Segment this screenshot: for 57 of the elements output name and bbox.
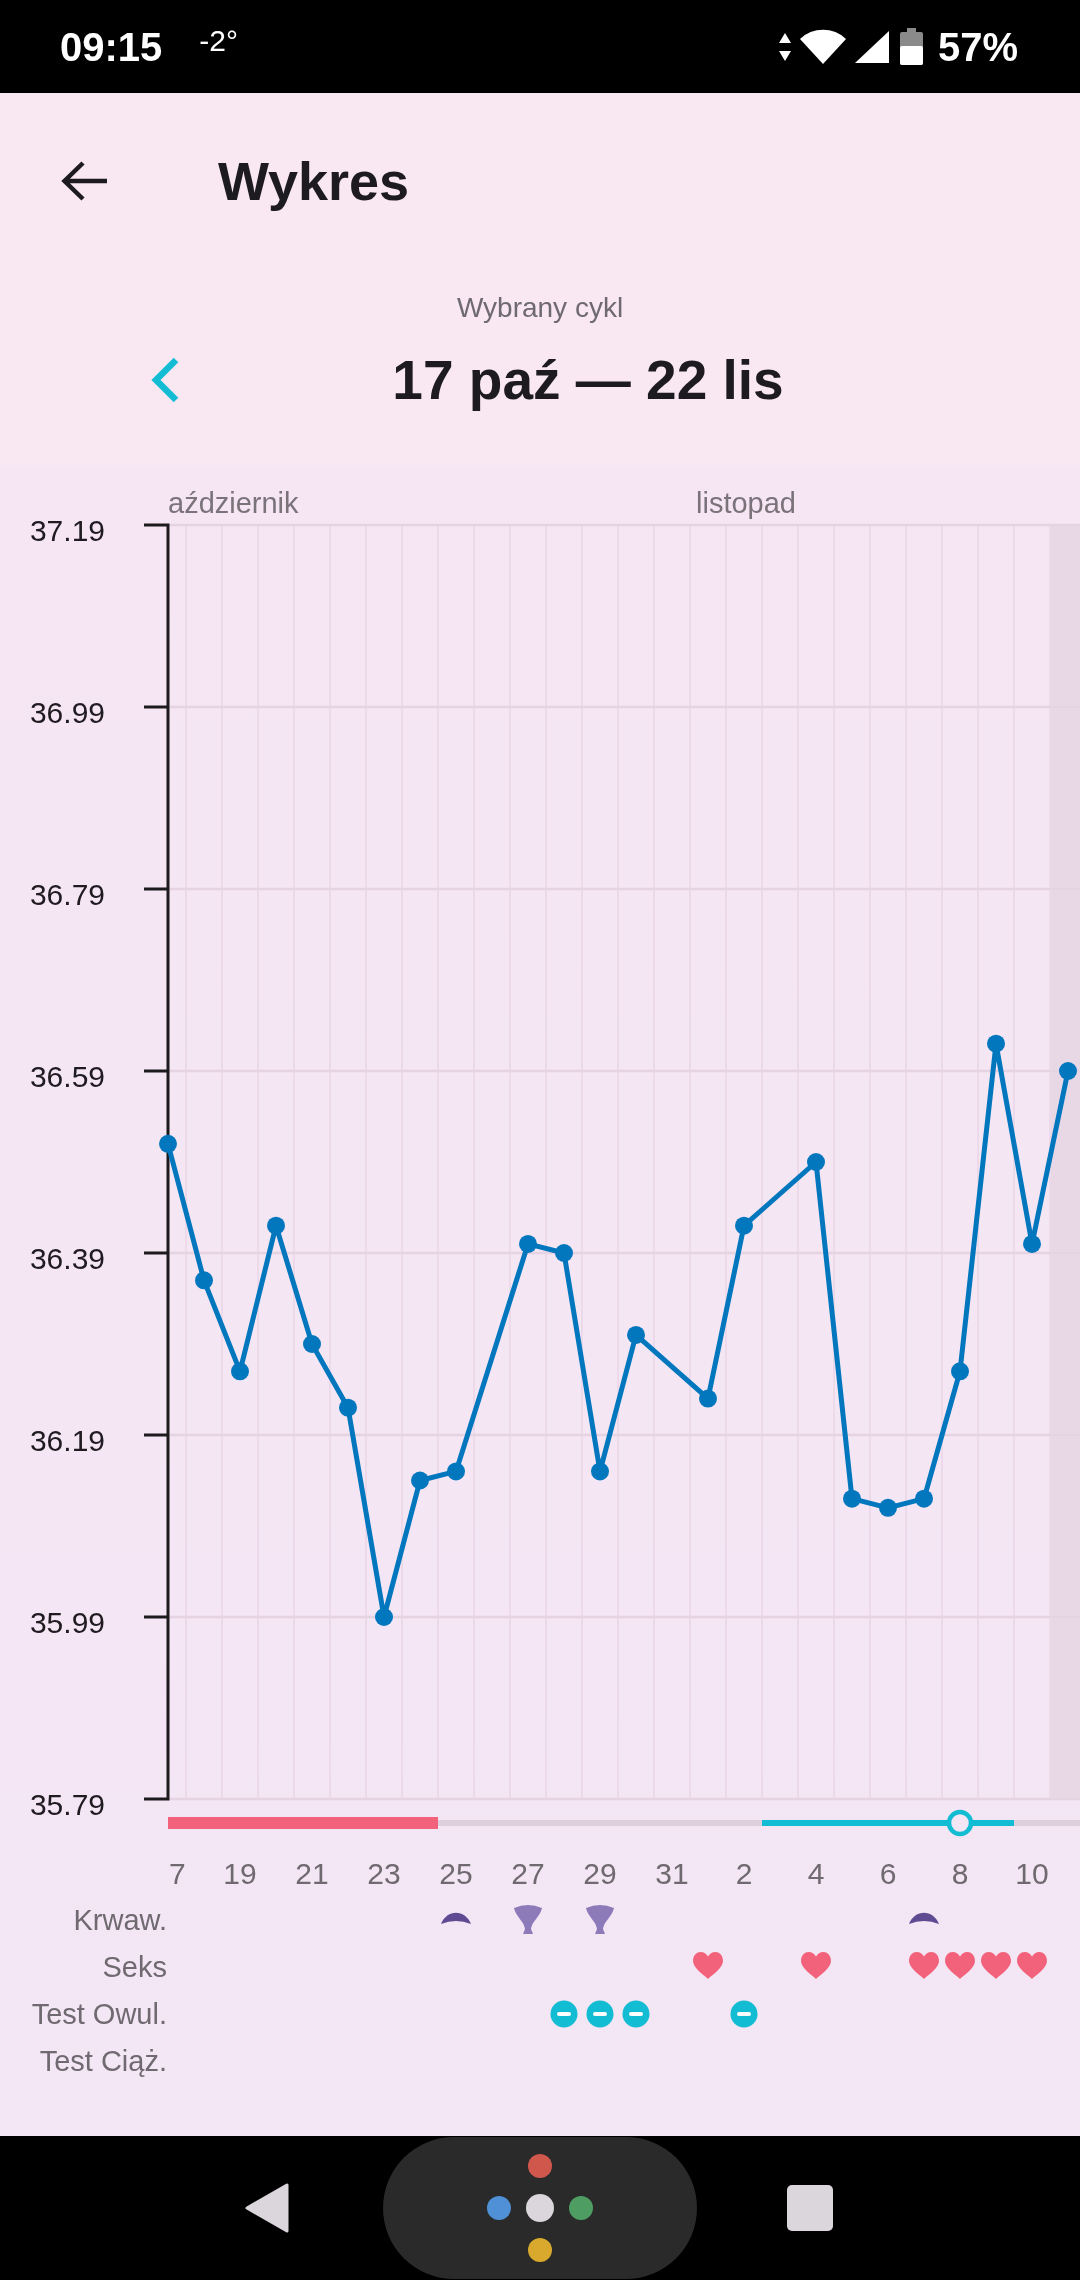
colored-dots-icon: [486, 2154, 594, 2262]
weather-temperature: -2°: [199, 22, 238, 59]
x-axis-label: 4: [807, 1857, 825, 1890]
wifi-icon: [799, 29, 846, 64]
x-axis-label: 31: [655, 1857, 689, 1890]
cycle-caption: Wybrany cykl: [456, 291, 624, 325]
triangle-icon: [245, 2183, 289, 2233]
month-label: aździernik: [168, 487, 299, 519]
x-axis-label: 2: [735, 1857, 753, 1890]
y-axis-label: 36.79: [29, 878, 105, 911]
heart-icon: [801, 1952, 831, 1979]
x-axis-label: 10: [1015, 1857, 1049, 1890]
y-axis-label: 35.99: [29, 1606, 105, 1639]
heart-icon: [909, 1952, 939, 1979]
minus-circle-icon: [730, 2000, 758, 2028]
cycle-date-range: 17 paź — 22 lis: [392, 348, 784, 413]
x-axis-label: 6: [879, 1857, 897, 1890]
left-arrow-icon: [60, 160, 108, 202]
data-arrows-icon: [778, 32, 791, 61]
ring-icon: [946, 1809, 974, 1837]
x-axis-label: 8: [951, 1857, 969, 1890]
month-label: listopad: [696, 487, 796, 519]
y-axis-label: 36.39: [29, 1242, 105, 1275]
x-axis-label: 29: [583, 1857, 617, 1890]
y-axis-label: 36.99: [29, 696, 105, 729]
dome-icon: [909, 1912, 939, 1924]
y-axis-label: 36.19: [29, 1424, 105, 1457]
heart-icon: [1017, 1952, 1047, 1979]
x-axis-label: 23: [367, 1857, 401, 1890]
goblet-icon: [514, 1905, 542, 1934]
x-axis-label: 19: [223, 1857, 257, 1890]
x-axis-label: 27: [511, 1857, 545, 1890]
dome-icon: [441, 1912, 471, 1924]
event-row-label: Krwaw.: [73, 1904, 167, 1936]
y-axis-label: 35.79: [29, 1788, 105, 1821]
square-icon: [787, 2185, 833, 2231]
status-time: 09:15: [60, 23, 163, 71]
minus-circle-icon: [586, 2000, 614, 2028]
screen-title: Wykres: [218, 150, 410, 213]
goblet-icon: [586, 1905, 614, 1934]
x-axis-label: 21: [295, 1857, 329, 1890]
heart-icon: [693, 1952, 723, 1979]
event-row-label: Test Ciąż.: [39, 2045, 167, 2077]
y-axis-label: 37.19: [29, 514, 105, 547]
event-row-label: Test Owul.: [31, 1998, 167, 2030]
event-row-label: Seks: [102, 1951, 167, 1983]
battery-percent: 57%: [937, 23, 1018, 71]
minus-circle-icon: [622, 2000, 650, 2028]
battery-icon: [899, 28, 923, 65]
heart-icon: [945, 1952, 975, 1979]
signal-icon: [854, 30, 889, 63]
heart-icon: [981, 1952, 1011, 1979]
y-axis-label: 36.59: [29, 1060, 105, 1093]
minus-circle-icon: [550, 2000, 578, 2028]
chevron-left-icon: [150, 357, 180, 403]
x-axis-label: 7: [169, 1857, 186, 1890]
x-axis-label: 25: [439, 1857, 473, 1890]
